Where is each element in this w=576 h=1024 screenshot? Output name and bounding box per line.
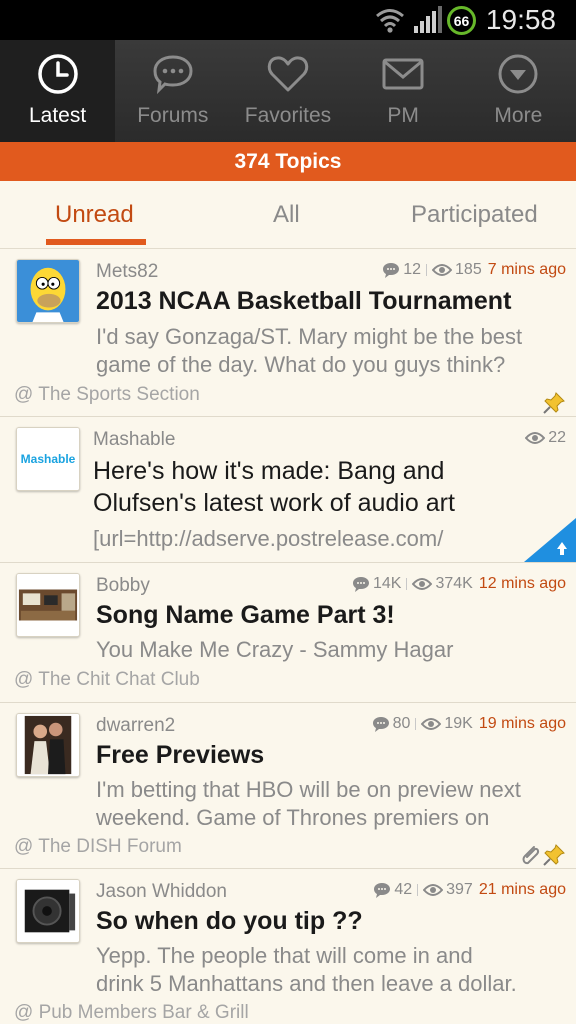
chevron-circle-icon xyxy=(498,54,538,94)
topic-author: Bobby xyxy=(96,575,150,596)
topic-time: 21 mins ago xyxy=(478,881,566,898)
avatar[interactable] xyxy=(16,879,80,943)
tab-unread[interactable]: Unread xyxy=(55,201,134,229)
topic-meta: 12 185 7 mins ago xyxy=(382,261,566,279)
homer-avatar-image xyxy=(17,260,79,322)
topic-excerpt-line: You Make Me Crazy - Sammy Hagar xyxy=(96,637,454,662)
promoted-badge-icon xyxy=(524,518,576,562)
attachment-icon xyxy=(522,846,540,865)
tab-label: Latest xyxy=(28,104,87,127)
clock-icon xyxy=(37,54,78,94)
views-icon xyxy=(412,578,433,590)
couple-avatar-image xyxy=(17,714,79,776)
views-icon xyxy=(421,718,442,730)
chat-bubble-icon xyxy=(153,55,193,95)
topic-forum[interactable]: @ Pub Members Bar & Grill xyxy=(14,1002,249,1024)
topic-count-banner: 374 Topics xyxy=(0,142,576,181)
topic-row-promoted[interactable]: Mashable Mashable 22 Here's how it's mad… xyxy=(0,417,576,563)
views-icon xyxy=(432,264,453,276)
topic-title[interactable]: 2013 NCAA Basketball Tournament xyxy=(96,287,511,316)
pin-icon xyxy=(543,392,565,414)
reply-count: 80 xyxy=(392,715,411,732)
tab-label: PM xyxy=(387,104,419,127)
avatar[interactable] xyxy=(16,573,80,637)
topic-title-line[interactable]: Olufsen's latest work of audio art xyxy=(93,489,455,518)
topic-author: Jason Whiddon xyxy=(96,881,227,902)
tab-all[interactable]: All xyxy=(273,201,300,229)
tab-latest[interactable]: Latest xyxy=(0,40,116,142)
topic-time: 12 mins ago xyxy=(478,575,566,592)
active-tab-indicator xyxy=(46,239,146,245)
view-count: 185 xyxy=(455,261,482,278)
topic-forum[interactable]: @ The DISH Forum xyxy=(14,836,182,858)
battery-icon: 66 xyxy=(447,6,476,35)
view-count: 397 xyxy=(446,881,473,898)
views-icon xyxy=(423,884,444,896)
topic-row[interactable]: Jason Whiddon 42 397 21 mins ago So when… xyxy=(0,869,576,1024)
heart-icon xyxy=(267,56,309,92)
topic-time: 19 mins ago xyxy=(478,715,566,732)
status-bar: 66 19:58 xyxy=(0,0,576,40)
topic-meta: 42 397 21 mins ago xyxy=(373,881,566,899)
topic-excerpt-line: weekend. Game of Thrones premiers on xyxy=(96,805,490,830)
topic-meta: 22 xyxy=(525,429,566,447)
topic-excerpt-line: I'd say Gonzaga/ST. Mary might be the be… xyxy=(96,324,523,349)
signal-icon xyxy=(414,6,442,33)
avatar[interactable] xyxy=(16,259,80,323)
topic-excerpt-line: game of the day. What do you guys think? xyxy=(96,352,506,377)
topic-forum[interactable]: @ The Chit Chat Club xyxy=(14,669,200,691)
view-count: 19K xyxy=(444,715,473,732)
main-tabbar: Latest Forums Favorites PM More xyxy=(0,40,576,142)
tab-pm[interactable]: PM xyxy=(346,40,461,142)
view-count: 22 xyxy=(548,429,566,446)
tab-favorites[interactable]: Favorites xyxy=(230,40,345,142)
replies-icon xyxy=(374,883,391,898)
reply-count: 14K xyxy=(372,575,402,592)
replies-icon xyxy=(352,577,369,592)
speaker-avatar-image xyxy=(17,880,79,942)
status-time: 19:58 xyxy=(485,4,556,35)
pin-icon xyxy=(543,844,565,866)
filter-tabs: Unread All Participated xyxy=(0,181,576,249)
topic-title[interactable]: Song Name Game Part 3! xyxy=(96,601,395,630)
reply-count: 12 xyxy=(403,261,422,278)
topic-title[interactable]: Free Previews xyxy=(96,741,264,770)
replies-icon xyxy=(372,717,389,732)
topic-excerpt-line: drink 5 Manhattans and then leave a doll… xyxy=(96,971,517,996)
topic-excerpt-line: [url=http://adserve.postrelease.com/ xyxy=(93,526,444,551)
topic-excerpt-line: Yepp. The people that will come in and xyxy=(96,943,473,968)
tab-label: Forums xyxy=(137,104,209,127)
tab-more[interactable]: More xyxy=(461,40,576,142)
replies-icon xyxy=(383,263,400,278)
tab-participated[interactable]: Participated xyxy=(411,201,538,229)
topic-meta: 14K 374K 12 mins ago xyxy=(352,575,566,593)
views-icon xyxy=(525,432,546,444)
room-avatar-image xyxy=(17,574,79,636)
topic-author: dwarren2 xyxy=(96,715,176,736)
topic-title[interactable]: So when do you tip ?? xyxy=(96,907,363,936)
avatar[interactable] xyxy=(16,713,80,777)
reply-count: 42 xyxy=(394,881,413,898)
view-count: 374K xyxy=(435,575,473,592)
tab-forums[interactable]: Forums xyxy=(115,40,230,142)
topic-time: 7 mins ago xyxy=(487,261,566,278)
tab-label: Favorites xyxy=(244,104,332,127)
wifi-icon xyxy=(376,9,404,33)
avatar[interactable]: Mashable xyxy=(16,427,80,491)
tab-label: More xyxy=(494,104,543,127)
topic-meta: 80 19K 19 mins ago xyxy=(372,715,566,733)
topic-row[interactable]: Mets82 12 185 7 mins ago 2013 NCAA Baske… xyxy=(0,249,576,417)
topic-author: Mets82 xyxy=(96,261,159,282)
topic-row[interactable]: Bobby 14K 374K 12 mins ago Song Name Gam… xyxy=(0,563,576,703)
topic-excerpt-line: I'm betting that HBO will be on preview … xyxy=(96,777,521,802)
topic-author: Mashable xyxy=(93,429,176,450)
topic-forum[interactable]: @ The Sports Section xyxy=(14,384,200,406)
mashable-logo: Mashable xyxy=(17,428,79,490)
topic-title-line[interactable]: Here's how it's made: Bang and xyxy=(93,457,444,486)
envelope-icon xyxy=(382,58,424,90)
topic-row[interactable]: dwarren2 80 19K 19 mins ago Free Preview… xyxy=(0,703,576,869)
